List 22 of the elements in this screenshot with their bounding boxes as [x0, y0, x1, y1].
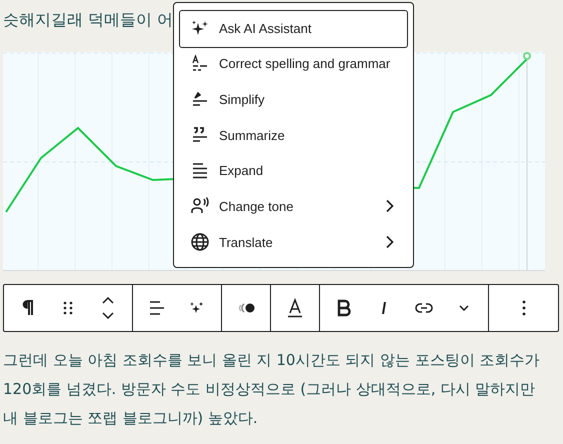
move-arrows-icon	[102, 297, 114, 319]
menu-item[interactable]: Translate	[179, 224, 408, 260]
spelling-icon	[190, 54, 210, 74]
text-color-icon	[285, 296, 305, 320]
lines-icon	[190, 160, 210, 181]
chevron-down-icon	[459, 305, 469, 311]
globe-icon	[190, 232, 210, 252]
more-options-icon	[522, 300, 526, 316]
italic-icon	[381, 301, 387, 315]
chevron-right-icon	[385, 199, 395, 214]
align-icon	[149, 301, 165, 315]
menu-item[interactable]: Correct spelling and grammar	[179, 46, 408, 82]
menu-item[interactable]: Expand	[179, 152, 408, 189]
chevron-right-icon	[385, 235, 395, 250]
menu-item[interactable]: Ask AI Assistant	[179, 10, 408, 48]
menu-item[interactable]: Change tone	[179, 188, 408, 224]
heading-text: 슷해지길래 덕메들이 어	[3, 9, 174, 31]
paragraph-text: 그런데 오늘 아침 조회수를 보니 올린 지 10시간도 되지 않는 포스팅이 조회수가 120회를 넘겼다. 방문자 수도 비정상적으로 (그러나 상대적으로, 다시 말하지만 내 블로그는 쪼랩 블로그니까) 높았다.	[3, 350, 541, 429]
menu-item[interactable]: Simplify	[179, 81, 408, 118]
drag-handle-icon	[63, 301, 73, 315]
menu-item[interactable]: Summarize	[179, 117, 408, 153]
quote-icon	[190, 125, 210, 145]
